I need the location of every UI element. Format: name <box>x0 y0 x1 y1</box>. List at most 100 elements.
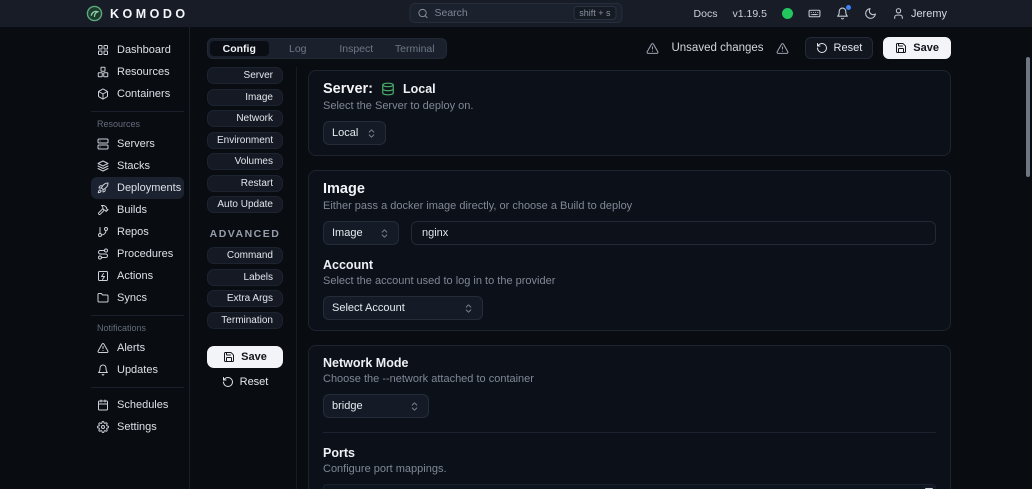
save-button-label: Save <box>241 350 267 363</box>
server-select[interactable]: Local <box>323 121 387 145</box>
unsaved-warning-icon <box>646 42 659 55</box>
tab-terminal[interactable]: Terminal <box>386 41 445 56</box>
sidebar-item-syncs[interactable]: Syncs <box>91 287 184 309</box>
ports-code-editor[interactable]: 1 80:80 2 <box>323 484 936 489</box>
sidebar-item-label: Dashboard <box>117 44 171 56</box>
container-icon <box>97 88 109 100</box>
config-nav-restart[interactable]: Restart <box>207 174 283 192</box>
sidebar-item-schedules[interactable]: Schedules <box>91 394 184 416</box>
core-status-dot[interactable] <box>781 8 793 19</box>
sidebar-item-repos[interactable]: Repos <box>91 221 184 243</box>
theme-toggle-moon-icon[interactable] <box>864 7 877 20</box>
chevrons-up-down-icon <box>463 303 474 314</box>
sidebar-item-resources[interactable]: Resources <box>91 61 184 83</box>
notifications-button[interactable] <box>836 5 851 20</box>
config-nav-labels[interactable]: Labels <box>207 268 283 286</box>
image-input[interactable] <box>411 221 936 245</box>
network-mode-description: Choose the --network attached to contain… <box>323 373 534 385</box>
account-select-value: Select Account <box>332 302 405 314</box>
version-label: v1.19.5 <box>732 7 767 20</box>
hammer-icon <box>97 204 109 216</box>
ports-description: Configure port mappings. <box>323 463 447 475</box>
sidebar-item-containers[interactable]: Containers <box>91 83 184 105</box>
reset-icon <box>222 376 234 388</box>
config-nav-auto-update[interactable]: Auto Update <box>207 196 283 213</box>
config-nav-network[interactable]: Network <box>207 110 283 127</box>
page-scrollbar-thumb[interactable] <box>1026 57 1030 177</box>
sidebar-item-servers[interactable]: Servers <box>91 133 184 155</box>
rocket-icon <box>97 182 109 194</box>
image-description: Either pass a docker image directly, or … <box>323 200 633 212</box>
folder-sync-icon <box>97 292 109 304</box>
search-icon <box>418 8 429 19</box>
sidebar-section-notifications: Notifications <box>97 323 147 333</box>
sidebar-item-label: Resources <box>117 66 170 78</box>
sidebar-item-builds[interactable]: Builds <box>91 199 184 221</box>
app-logo[interactable]: KOMODO <box>86 0 189 27</box>
server-section-title: Server: <box>323 81 373 97</box>
config-nav-environment[interactable]: Environment <box>207 131 283 149</box>
sidebar-item-updates[interactable]: Updates <box>91 359 184 381</box>
sidebar-item-label: Updates <box>117 364 158 376</box>
config-section-nav: Server Image Network Environment Volumes… <box>207 67 283 393</box>
tab-inspect[interactable]: Inspect <box>327 41 386 56</box>
tab-log[interactable]: Log <box>269 41 328 56</box>
chevrons-up-down-icon <box>379 228 390 239</box>
image-section-title: Image <box>323 181 365 197</box>
save-icon <box>895 42 907 54</box>
sidebar-item-stacks[interactable]: Stacks <box>91 155 184 177</box>
sidebar-item-dashboard[interactable]: Dashboard <box>91 39 184 61</box>
card-divider <box>323 432 936 433</box>
reset-button[interactable]: Reset <box>804 37 874 59</box>
sidebar-item-label: Deployments <box>117 182 182 194</box>
layers-icon <box>97 160 109 172</box>
route-icon <box>97 248 109 260</box>
sidebar-divider <box>91 315 184 316</box>
search-bar[interactable]: shift + s <box>409 3 623 23</box>
sidebar-item-label: Actions <box>117 270 154 282</box>
user-icon <box>892 7 905 20</box>
sidebar-item-actions[interactable]: Actions <box>91 265 184 287</box>
sidebar-item-procedures[interactable]: Procedures <box>91 243 184 265</box>
image-type-select[interactable]: Image <box>323 221 399 245</box>
server-description: Select the Server to deploy on. <box>323 100 474 112</box>
alert-triangle-icon <box>97 342 109 354</box>
reset-button-sidebar[interactable]: Reset <box>207 371 283 393</box>
tab-config[interactable]: Config <box>210 41 269 56</box>
network-mode-title: Network Mode <box>323 356 409 370</box>
sidebar-item-label: Containers <box>117 88 171 100</box>
config-nav-termination[interactable]: Termination <box>207 311 283 329</box>
config-nav-extra-args[interactable]: Extra Args <box>207 290 283 307</box>
account-select[interactable]: Select Account <box>323 296 483 320</box>
save-button[interactable]: Save <box>883 37 951 59</box>
docs-link[interactable]: Docs <box>694 8 718 20</box>
sidebar-item-deployments[interactable]: Deployments <box>91 177 184 199</box>
config-nav-image[interactable]: Image <box>207 88 283 106</box>
save-button-sidebar[interactable]: Save <box>207 345 283 368</box>
sidebar-item-label: Servers <box>117 138 155 150</box>
keyboard-shortcuts-icon[interactable] <box>808 7 821 20</box>
server-name-link[interactable]: Local <box>403 82 436 96</box>
save-icon <box>223 351 235 363</box>
config-nav-volumes[interactable]: Volumes <box>207 153 283 170</box>
sidebar-section-resources: Resources <box>97 119 141 129</box>
sidebar-item-label: Settings <box>117 421 157 433</box>
network-card: Network Mode Choose the --network attach… <box>308 345 951 489</box>
sidebar-item-alerts[interactable]: Alerts <box>91 337 184 359</box>
image-type-value: Image <box>332 227 363 239</box>
sidebar-item-label: Syncs <box>117 292 147 304</box>
search-input[interactable] <box>434 7 568 19</box>
git-branch-icon <box>97 226 109 238</box>
sidebar-item-settings[interactable]: Settings <box>91 416 184 438</box>
gear-icon <box>97 421 109 433</box>
content-divider <box>296 67 297 489</box>
server-icon <box>97 138 109 150</box>
config-nav-command[interactable]: Command <box>207 247 283 264</box>
ports-title: Ports <box>323 446 355 460</box>
network-mode-select[interactable]: bridge <box>323 394 429 418</box>
user-menu[interactable]: Jeremy <box>892 7 947 20</box>
app-logo-text: KOMODO <box>110 6 189 21</box>
config-nav-server[interactable]: Server <box>207 67 283 84</box>
network-mode-value: bridge <box>332 400 363 412</box>
action-square-icon <box>97 270 109 282</box>
